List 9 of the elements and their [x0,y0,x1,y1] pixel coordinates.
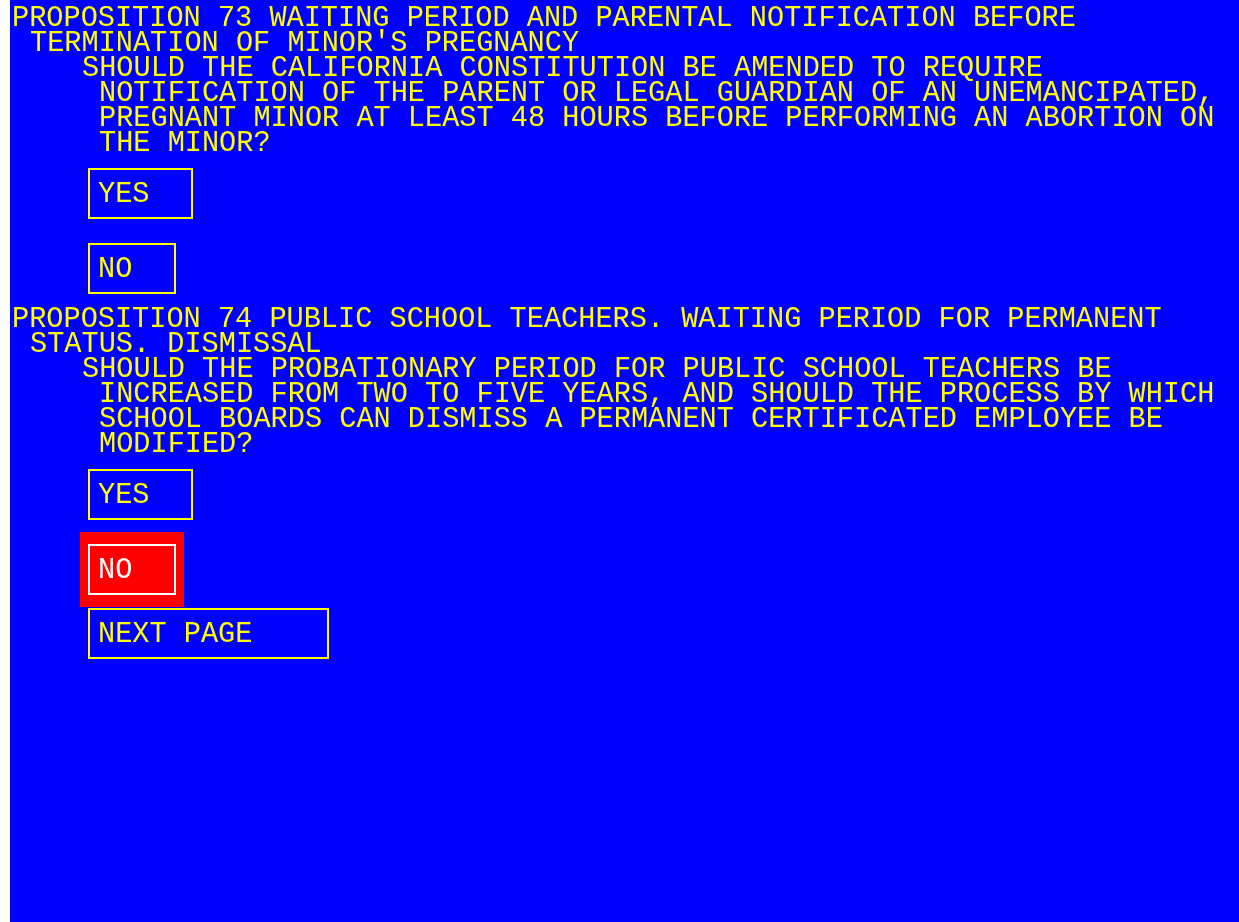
vote-option-button[interactable]: YES [88,168,194,219]
proposition-title: PROPOSITION 73 WAITING PERIOD AND PARENTAL NOTIFICATION BEFORE TERMINATION OF MINOR'S PREGNANCY [11,6,1077,56]
proposition-question: SHOULD THE CALIFORNIA CONSTITUTION BE AMENDED TO REQUIRE NOTIFICATION OF THE PARENT OR LEGAL GUARDIAN OF AN UNEMANCIPATED, PREGNANT MINOR AT LEAST 48 HOURS BEFORE PERFORMING AN ABORTION ON THE MINOR? [81,56,1216,156]
proposition-question: SHOULD THE PROBATIONARY PERIOD FOR PUBLIC SCHOOL TEACHERS BE INCREASED FROM TWO TO FIVE YEARS, AND SHOULD THE PROCESS BY WHICH SCHOOL BOARDS CAN DISMISS A PERMANENT CERTIFICATED EMPLOYEE BE MODIFIED? [81,357,1216,457]
vote-option-button[interactable]: NO [88,243,177,294]
proposition-title: PROPOSITION 74 PUBLIC SCHOOL TEACHERS. WAITING PERIOD FOR PERMANENT STATUS. DISMISSAL [11,307,1163,357]
next-page-button[interactable]: NEXT PAGE [88,608,330,659]
vote-option-button[interactable]: NO [80,532,185,607]
vote-option-button[interactable]: YES [88,469,194,520]
